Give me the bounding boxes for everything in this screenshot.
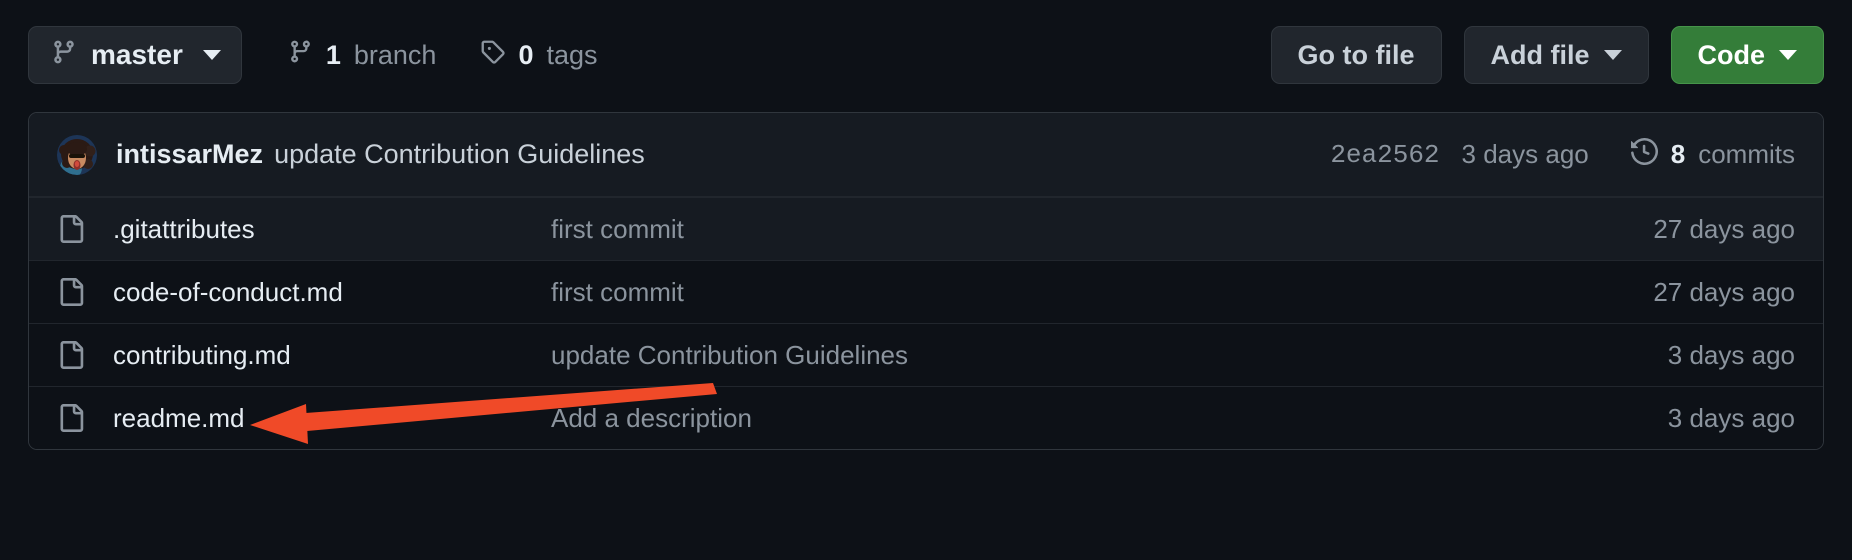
file-name[interactable]: contributing.md: [113, 340, 551, 371]
table-row[interactable]: contributing.md update Contribution Guid…: [29, 323, 1823, 386]
tag-count-label: tags: [546, 39, 598, 70]
tag-icon: [480, 39, 506, 71]
commit-message[interactable]: update Contribution Guidelines: [274, 139, 645, 170]
file-icon: [57, 278, 85, 306]
file-commit-message[interactable]: Add a description: [551, 403, 1668, 434]
file-name[interactable]: code-of-conduct.md: [113, 277, 551, 308]
branch-count-label: branch: [353, 39, 437, 70]
file-list-container: intissarMez update Contribution Guidelin…: [28, 112, 1824, 450]
repo-actions: Go to file Add file Code: [1270, 26, 1824, 84]
go-to-file-button[interactable]: Go to file: [1270, 26, 1442, 84]
commit-count[interactable]: 8 commits: [1630, 137, 1795, 172]
commit-count-label: commits: [1698, 139, 1795, 169]
file-icon: [57, 215, 85, 243]
file-commit-date: 27 days ago: [1653, 276, 1795, 307]
chevron-down-icon: [202, 50, 221, 60]
repository-file-browser: master 1 branch 0 tags Go to file Add fi…: [0, 0, 1852, 560]
add-file-label: Add file: [1490, 39, 1590, 70]
git-branch-icon: [51, 39, 77, 72]
file-commit-message[interactable]: first commit: [551, 214, 1653, 245]
file-name[interactable]: .gitattributes: [113, 214, 551, 245]
file-commit-message[interactable]: update Contribution Guidelines: [551, 340, 1668, 371]
tag-count-number: 0: [518, 39, 534, 70]
code-label: Code: [1697, 39, 1766, 70]
commit-count-number: 8: [1670, 139, 1686, 169]
commit-date: 3 days ago: [1461, 139, 1589, 169]
add-file-button[interactable]: Add file: [1463, 26, 1649, 84]
commit-hash[interactable]: 2ea2562: [1330, 140, 1439, 170]
file-icon: [57, 404, 85, 432]
code-button[interactable]: Code: [1670, 26, 1824, 84]
table-row[interactable]: readme.md Add a description 3 days ago: [29, 386, 1823, 449]
avatar[interactable]: [57, 134, 97, 175]
git-branch-icon: [288, 39, 313, 71]
go-to-file-label: Go to file: [1297, 39, 1415, 70]
branch-selector-button[interactable]: master: [28, 26, 242, 84]
repo-toolbar: master 1 branch 0 tags Go to file Add fi…: [0, 0, 1852, 110]
file-commit-date: 3 days ago: [1667, 402, 1795, 433]
history-icon: [1630, 137, 1658, 172]
table-row[interactable]: .gitattributes first commit 27 days ago: [29, 197, 1823, 260]
chevron-down-icon: [1779, 50, 1797, 60]
tag-count[interactable]: 0 tags: [480, 39, 598, 71]
chevron-down-icon: [1603, 50, 1622, 60]
table-row[interactable]: code-of-conduct.md first commit 27 days …: [29, 260, 1823, 323]
commit-meta: 2ea2562 3 days ago 8 commits: [1330, 137, 1795, 172]
branch-selector-label: master: [91, 39, 183, 70]
repo-meta-group: 1 branch 0 tags: [288, 39, 598, 71]
file-commit-date: 27 days ago: [1653, 213, 1795, 244]
file-name[interactable]: readme.md: [113, 403, 551, 434]
branch-count[interactable]: 1 branch: [288, 39, 437, 71]
file-commit-message[interactable]: first commit: [551, 277, 1653, 308]
latest-commit-header: intissarMez update Contribution Guidelin…: [29, 113, 1823, 197]
file-commit-date: 3 days ago: [1667, 339, 1795, 370]
file-icon: [57, 341, 85, 369]
branch-count-number: 1: [325, 39, 341, 70]
commit-author[interactable]: intissarMez: [116, 139, 263, 170]
